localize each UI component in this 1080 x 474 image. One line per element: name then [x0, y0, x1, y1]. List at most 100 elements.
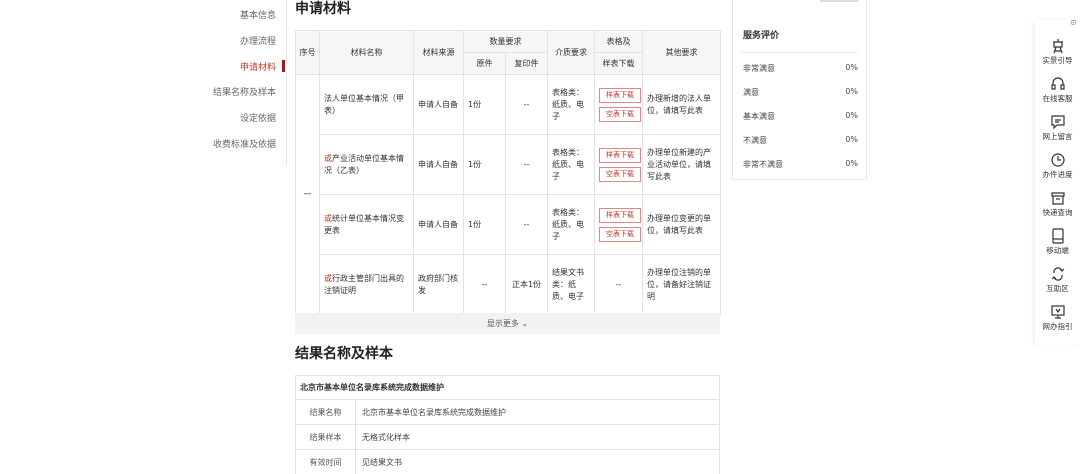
toolbar-mobile[interactable]: 移动端 — [1035, 228, 1080, 256]
rating-label: 不满意 — [743, 136, 767, 145]
mobile-icon — [1051, 228, 1064, 244]
header-qty-original: 原件 — [463, 52, 506, 75]
rating-row: 非常不满意 0% — [743, 159, 858, 170]
headset-icon — [1050, 77, 1065, 90]
rating-row: 不满意 0% — [743, 135, 858, 146]
material-name: 或产业活动单位基本情况（乙表） — [319, 134, 414, 195]
toolbar-screen-guide[interactable]: 网办指引 — [1035, 304, 1080, 332]
toolbar-label: 办件进度 — [1042, 170, 1073, 179]
form-empty: -- — [594, 254, 643, 315]
group-index: 一 — [295, 74, 320, 315]
close-icon[interactable]: ⊙ — [1070, 18, 1077, 27]
nav-item-result-sample[interactable]: 结果名称及样本 — [213, 85, 276, 98]
nav-item-process[interactable]: 办理流程 — [240, 34, 276, 47]
rating-value: 0% — [845, 111, 858, 120]
toolbar-progress[interactable]: 办件进度 — [1035, 152, 1080, 180]
nav-item-basic-info[interactable]: 基本信息 — [240, 8, 276, 21]
nav-item-basis[interactable]: 设定依据 — [240, 111, 276, 124]
blank-download-button[interactable]: 空表下载 — [599, 166, 641, 182]
progress-icon — [1050, 153, 1065, 167]
material-original: 1份 — [463, 194, 506, 255]
material-source: 政府部门核发 — [413, 254, 464, 315]
toolbar-guide[interactable]: 实景引导 — [1035, 38, 1080, 66]
toolbar-label: 移动端 — [1046, 246, 1069, 255]
service-rating-panel: 服务评价 非常满意 0% 满意 0% 基本满意 0% 不满意 0% 非常不满意 0% — [732, 0, 867, 180]
material-original: 1份 — [463, 134, 506, 195]
rating-value: 0% — [845, 87, 858, 96]
header-other: 其他要求 — [642, 30, 721, 75]
toolbar-label: 实景引导 — [1042, 56, 1073, 65]
material-original: -- — [463, 254, 506, 315]
header-form: 表格及 — [594, 30, 643, 53]
screen-guide-icon — [1050, 305, 1065, 319]
table-row: 或产业活动单位基本情况（乙表） 申请人自备 1份 -- 表格类：纸质、电子 样表… — [296, 134, 721, 195]
rating-label: 非常满意 — [743, 64, 775, 73]
materials-title: 申请材料 — [295, 1, 351, 17]
blank-download-button[interactable]: 空表下载 — [599, 106, 641, 122]
toolbar-message[interactable]: 网上留言 — [1035, 114, 1080, 142]
toolbar-community[interactable]: 互助区 — [1035, 266, 1080, 294]
material-copy: -- — [505, 74, 548, 135]
result-value: 北京市基本单位名录库系统完成数据维护 — [362, 408, 506, 417]
show-more-button[interactable]: 显示更多 ⌄ — [295, 313, 720, 334]
table-row: 或统计单位基本情况变更表 申请人自备 1份 -- 表格类：纸质、电子 样表下载 … — [296, 194, 721, 255]
rating-label: 非常不满意 — [743, 160, 783, 169]
sample-download-button[interactable]: 样表下载 — [599, 147, 641, 163]
nav-active-marker — [282, 60, 285, 72]
blank-download-button[interactable]: 空表下载 — [599, 226, 641, 242]
material-other: 办理单位注销的单位，请备好注销证明 — [642, 254, 721, 315]
community-icon — [1051, 267, 1064, 281]
material-copy: -- — [505, 194, 548, 255]
message-icon — [1050, 115, 1065, 130]
header-source: 材料来源 — [413, 30, 464, 75]
header-medium: 介质要求 — [547, 30, 595, 75]
material-other: 办理单位变更的单位，请填写此表 — [642, 194, 721, 255]
material-name: 法人单位基本情况（甲表） — [319, 74, 414, 135]
nav-item-materials[interactable]: 申请材料 — [240, 60, 276, 73]
material-original: 1份 — [463, 74, 506, 135]
header-name: 材料名称 — [319, 30, 414, 75]
nav-item-fees[interactable]: 收费标准及依据 — [213, 137, 276, 150]
toolbar-label: 在线客服 — [1042, 94, 1073, 103]
right-toolbar: 实景引导 在线客服 网上留言 办件进度 快递查询 移动端 互助区 网办指引 — [1035, 20, 1080, 345]
toolbar-delivery[interactable]: 快递查询 — [1035, 190, 1080, 218]
result-value: 无格式化样本 — [362, 433, 410, 442]
rating-value: 0% — [845, 63, 858, 72]
table-row: 结果名称 北京市基本单位名录库系统完成数据维护 — [296, 400, 719, 425]
sample-download-button[interactable]: 样表下载 — [599, 87, 641, 103]
result-label: 结果样本 — [296, 425, 356, 449]
material-medium: 表格类：纸质、电子 — [547, 74, 595, 135]
material-other: 办理单位新建的产业活动单位，请填写此表 — [642, 134, 721, 195]
result-value: 见结果文书 — [362, 458, 402, 467]
rating-label: 基本满意 — [743, 112, 775, 121]
rating-value: 0% — [845, 159, 858, 168]
toolbar-label: 互助区 — [1046, 284, 1069, 293]
material-medium: 结果文书类：纸质、电子 — [547, 254, 595, 315]
result-header: 北京市基本单位名录库系统完成数据维护 — [296, 376, 719, 400]
rating-divider — [741, 52, 858, 53]
guide-icon — [1052, 39, 1063, 54]
material-copy: 正本1份 — [505, 254, 548, 315]
material-source: 申请人自备 — [413, 194, 464, 255]
rating-row: 基本满意 0% — [743, 111, 858, 122]
material-medium: 表格类：纸质、电子 — [547, 194, 595, 255]
table-row: 结果样本 无格式化样本 — [296, 425, 719, 450]
delivery-icon — [1050, 192, 1065, 205]
rating-row: 满意 0% — [743, 87, 858, 98]
rating-title: 服务评价 — [743, 31, 780, 41]
nav-divider — [286, 0, 287, 165]
header-form-sub: 样表下载 — [594, 52, 643, 75]
table-row: 一 法人单位基本情况（甲表） 申请人自备 1份 -- 表格类：纸质、电子 样表下… — [295, 74, 721, 315]
material-name: 或行政主管部门出具的注销证明 — [319, 254, 414, 315]
header-qty-copy: 复印件 — [505, 52, 548, 75]
material-source: 申请人自备 — [413, 74, 464, 135]
toolbar-chat[interactable]: 在线客服 — [1035, 76, 1080, 104]
rating-top-bar — [820, 0, 858, 2]
result-label: 结果名称 — [296, 400, 356, 424]
material-copy: -- — [505, 134, 548, 195]
rating-row: 非常满意 0% — [743, 63, 858, 74]
result-table: 北京市基本单位名录库系统完成数据维护 结果名称 北京市基本单位名录库系统完成数据… — [295, 375, 720, 474]
sample-download-button[interactable]: 样表下载 — [599, 207, 641, 223]
material-medium: 表格类：纸质、电子 — [547, 134, 595, 195]
table-row: 有效时间 见结果文书 — [296, 450, 719, 474]
